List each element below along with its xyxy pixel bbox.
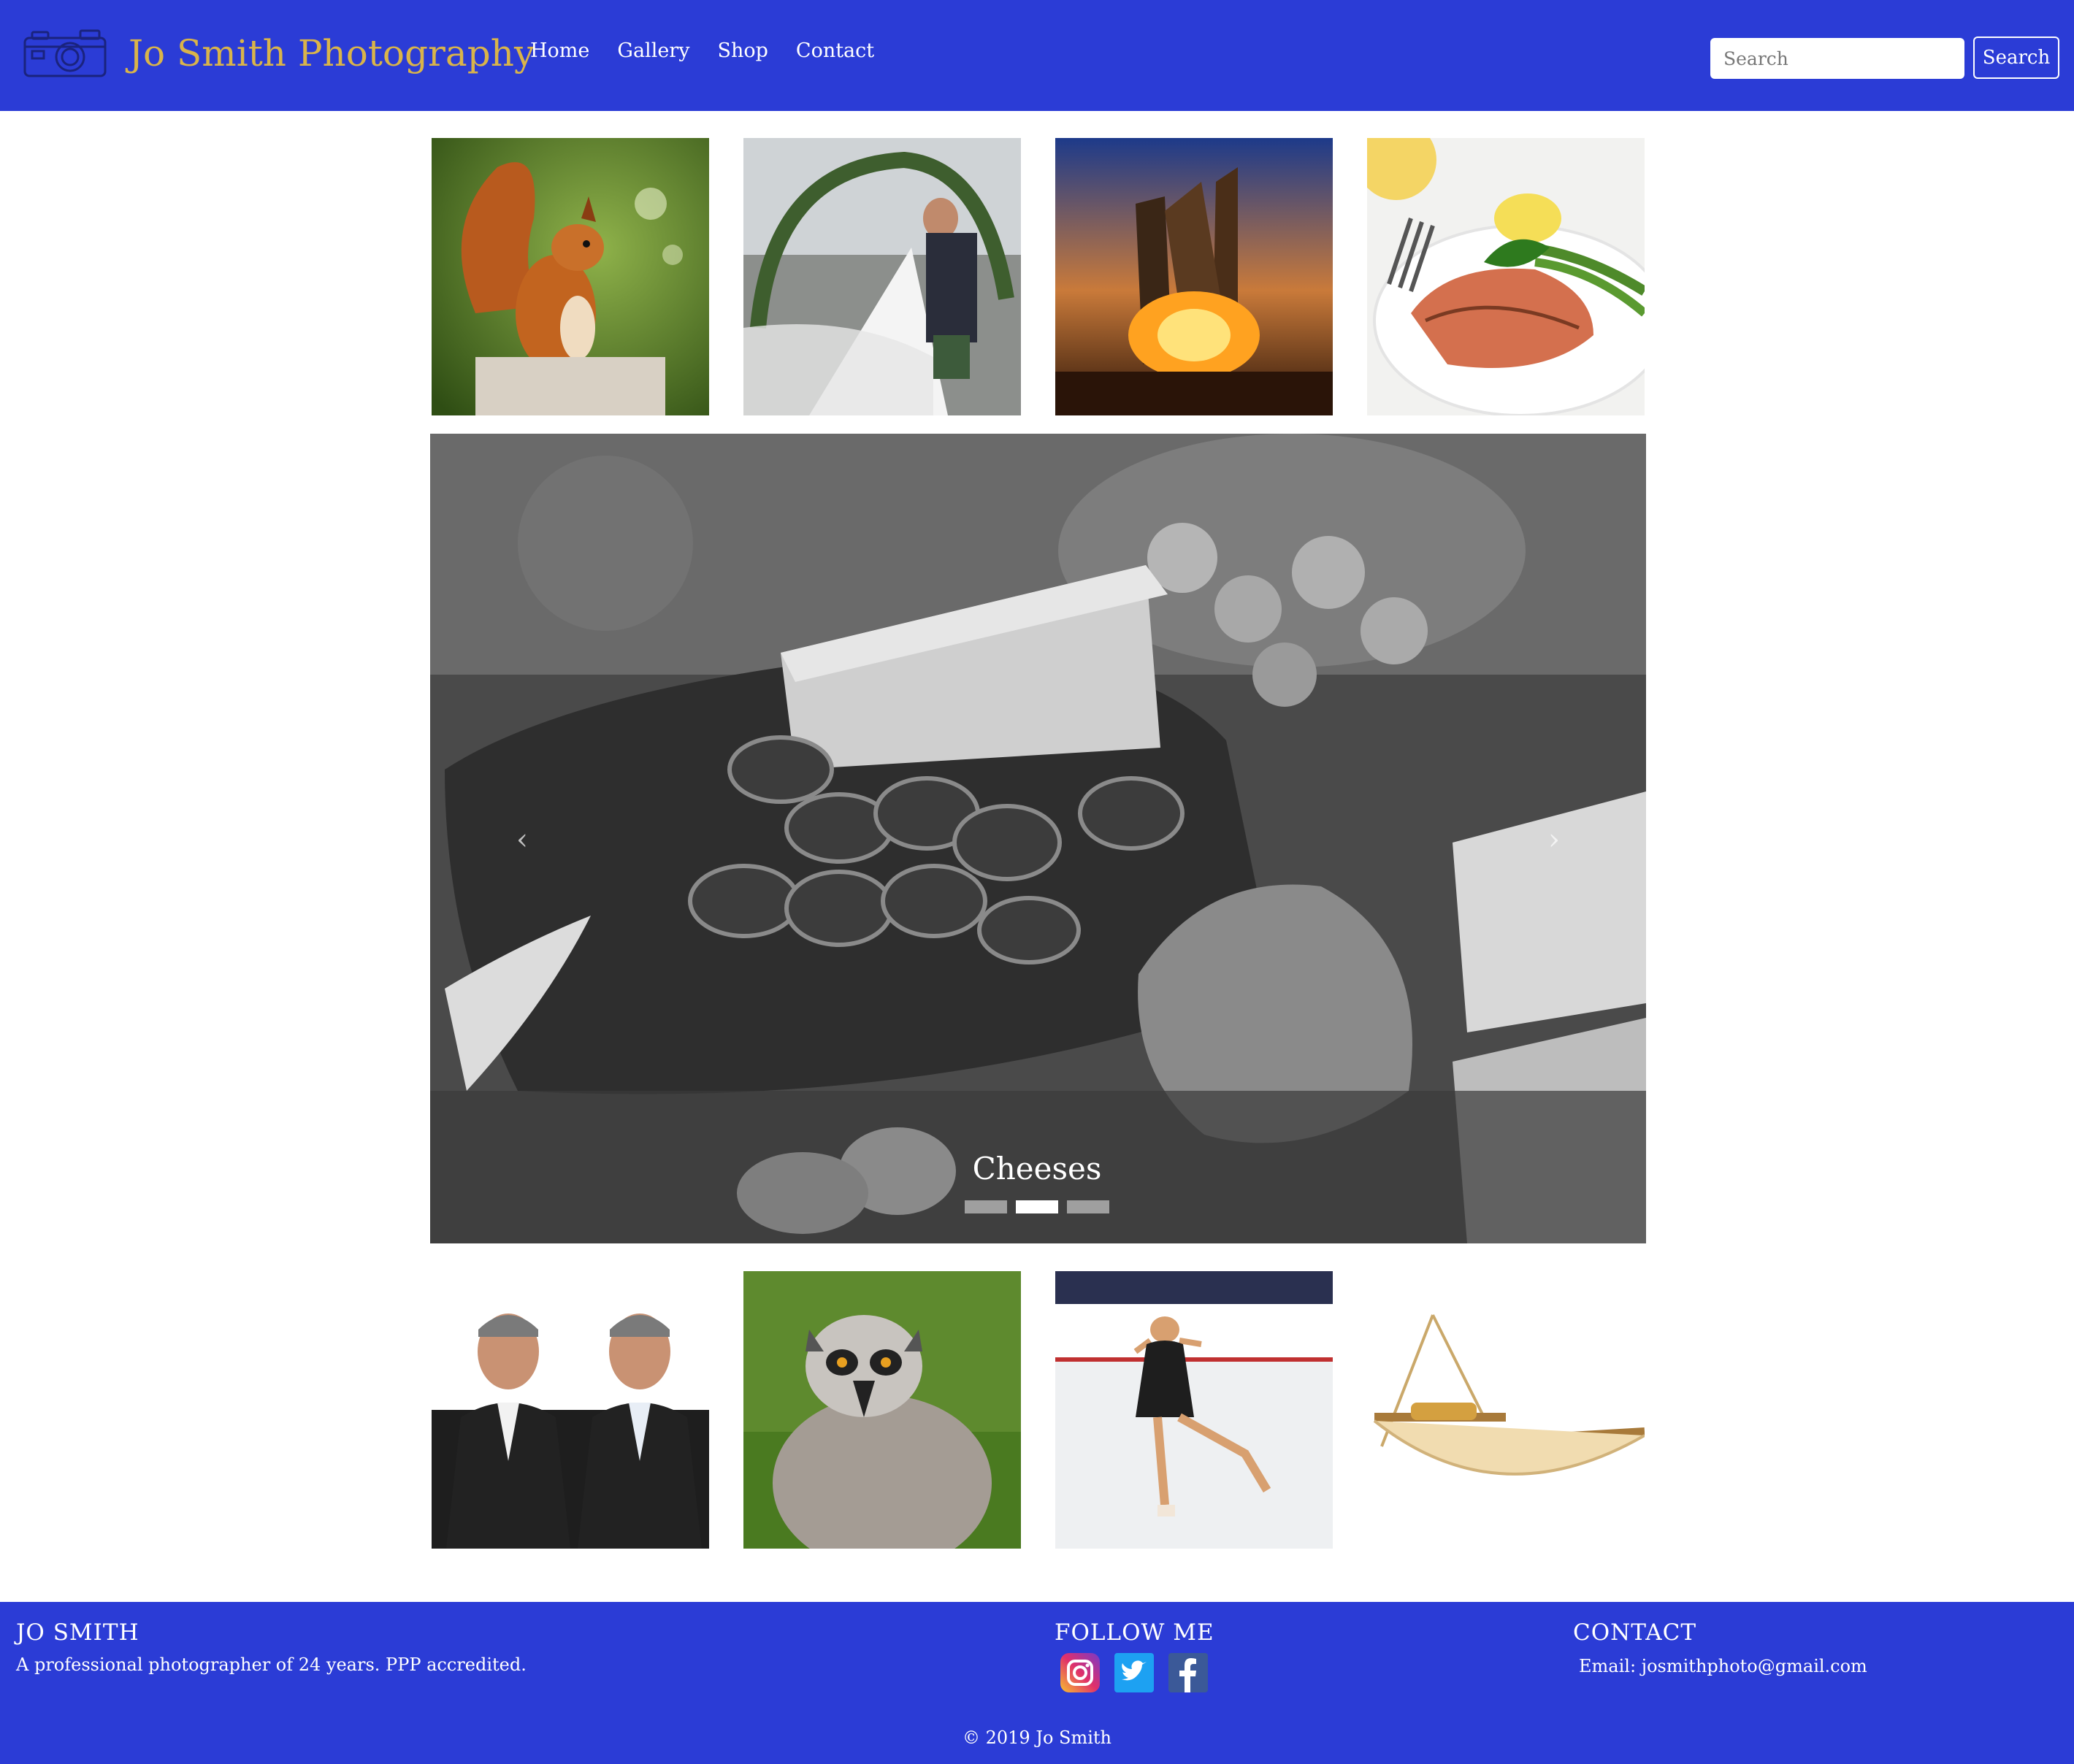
salmon-photo (1367, 138, 1645, 415)
nav-home-link[interactable]: Home (530, 37, 589, 66)
footer-follow-heading: FOLLOW ME (1055, 1619, 1214, 1646)
copyright-text: © 2019 Jo Smith (962, 1727, 1111, 1748)
thumb-bonfire[interactable] (1055, 138, 1333, 415)
nav-gallery-link[interactable]: Gallery (617, 37, 689, 66)
hammock-photo (1367, 1271, 1645, 1549)
nav-contact-link[interactable]: Contact (796, 37, 874, 66)
thumb-lemur[interactable] (743, 1271, 1021, 1549)
nav-shop-link[interactable]: Shop (717, 37, 768, 66)
thumb-skater[interactable] (1055, 1271, 1333, 1549)
footer-about-heading: JO SMITH (16, 1619, 139, 1646)
figure-skater-photo (1055, 1271, 1333, 1549)
lemur-photo (743, 1271, 1021, 1549)
carousel-indicator-1[interactable] (965, 1200, 1007, 1213)
cheese-board-photo (430, 434, 1646, 1243)
bonfire-photo (1055, 138, 1333, 415)
twitter-icon[interactable] (1114, 1653, 1154, 1692)
brand-title[interactable]: Jo Smith Photography (129, 28, 535, 79)
thumb-hammock[interactable] (1367, 1271, 1645, 1549)
site-footer: JO SMITH A professional photographer of … (0, 1602, 2074, 1764)
carousel-next-control[interactable]: › (1539, 825, 1569, 854)
camera-icon[interactable] (22, 28, 108, 79)
footer-contact-heading: CONTACT (1573, 1619, 1697, 1646)
featured-carousel[interactable] (430, 434, 1646, 1243)
footer-contact-email[interactable]: Email: josmithphoto@gmail.com (1579, 1656, 1867, 1676)
carousel-prev-control[interactable]: ‹ (508, 825, 537, 854)
instagram-icon[interactable] (1060, 1653, 1100, 1692)
main-nav: Home Gallery Shop Contact (530, 37, 874, 66)
carousel-indicators (0, 1200, 2074, 1213)
top-navbar: Jo Smith Photography Home Gallery Shop C… (0, 0, 2074, 111)
search-input[interactable] (1710, 38, 1964, 79)
thumb-wedding[interactable] (743, 138, 1021, 415)
thumb-businessmen[interactable] (432, 1271, 709, 1549)
carousel-indicator-2[interactable] (1016, 1200, 1058, 1213)
wedding-photo (743, 138, 1021, 415)
social-links (1060, 1653, 1208, 1692)
search-button[interactable]: Search (1973, 37, 2059, 79)
footer-about-text: A professional photographer of 24 years.… (16, 1654, 527, 1675)
squirrel-photo (432, 138, 709, 415)
thumb-squirrel[interactable] (432, 138, 709, 415)
businessmen-photo (432, 1271, 709, 1549)
thumb-salmon[interactable] (1367, 138, 1645, 415)
facebook-icon[interactable] (1168, 1653, 1208, 1692)
carousel-indicator-3[interactable] (1067, 1200, 1109, 1213)
carousel-caption: Cheeses (972, 1151, 1102, 1186)
